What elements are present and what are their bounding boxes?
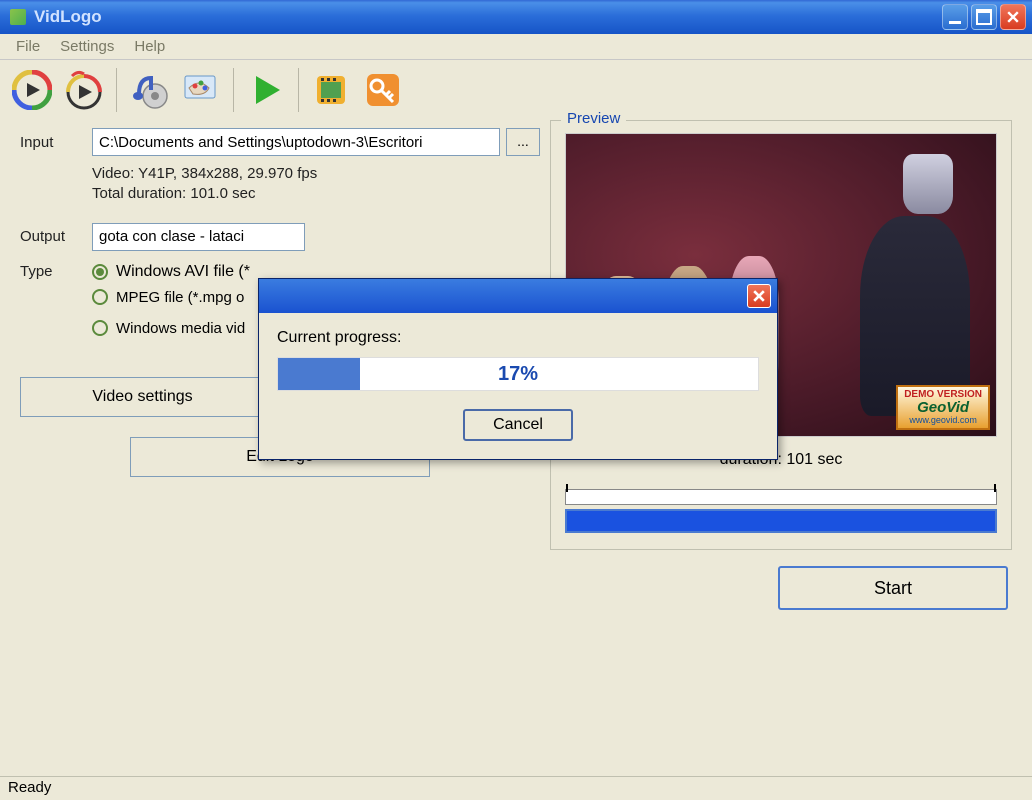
- key-icon[interactable]: [359, 66, 407, 114]
- filmstrip-icon[interactable]: [307, 66, 355, 114]
- duration-info-line: Total duration: 101.0 sec: [92, 184, 540, 204]
- preview-legend: Preview: [561, 110, 626, 127]
- radio-mpeg-label: MPEG file (*.mpg o: [116, 289, 244, 306]
- progress-dialog: Current progress: 17% Cancel: [258, 278, 778, 460]
- input-label: Input: [20, 134, 92, 151]
- dialog-body: Current progress: 17% Cancel: [259, 313, 777, 459]
- toolbar-separator: [116, 68, 117, 112]
- toolbar-separator: [233, 68, 234, 112]
- type-label: Type: [20, 263, 92, 280]
- titlebar: VidLogo: [0, 0, 1032, 34]
- output-label: Output: [20, 228, 92, 245]
- maximize-button[interactable]: [971, 4, 997, 30]
- radio-avi[interactable]: [92, 264, 108, 280]
- status-bar: Ready: [0, 776, 1032, 800]
- minimize-button[interactable]: [942, 4, 968, 30]
- progress-bar[interactable]: [565, 509, 997, 533]
- radio-mpeg[interactable]: [92, 289, 108, 305]
- window-buttons: [942, 4, 1026, 30]
- input-browse-button[interactable]: ...: [506, 128, 540, 156]
- toolbar-separator: [298, 68, 299, 112]
- media-player-icon[interactable]: [8, 66, 56, 114]
- menu-settings[interactable]: Settings: [50, 35, 124, 58]
- video-info-line: Video: Y41P, 384x288, 29.970 fps: [92, 164, 540, 184]
- start-row: Start: [0, 550, 1032, 610]
- timeline-track[interactable]: [565, 489, 997, 505]
- input-info: Video: Y41P, 384x288, 29.970 fps Total d…: [92, 164, 540, 205]
- dialog-close-button[interactable]: [747, 284, 771, 308]
- input-path-field[interactable]: [92, 128, 500, 156]
- start-button[interactable]: Start: [778, 566, 1008, 610]
- menu-help[interactable]: Help: [124, 35, 175, 58]
- play-icon[interactable]: [242, 66, 290, 114]
- dialog-label: Current progress:: [277, 329, 759, 347]
- video-settings-button[interactable]: Video settings: [20, 377, 265, 417]
- watermark-url: www.geovid.com: [904, 416, 982, 426]
- palette-icon[interactable]: [177, 66, 225, 114]
- radio-wmv-label: Windows media vid: [116, 320, 245, 337]
- dialog-titlebar: [259, 279, 777, 313]
- toolbar: [0, 60, 1032, 120]
- preview-watermark: DEMO VERSION GeoVid www.geovid.com: [896, 385, 990, 430]
- watermark-demo: DEMO VERSION: [904, 389, 982, 400]
- menu-file[interactable]: File: [6, 35, 50, 58]
- dialog-progress-bar: 17%: [277, 357, 759, 391]
- dialog-progress-text: 17%: [278, 358, 758, 390]
- app-icon: [10, 9, 26, 25]
- watermark-brand: GeoVid: [904, 400, 982, 417]
- dialog-cancel-button[interactable]: Cancel: [463, 409, 573, 441]
- radio-avi-label: Windows AVI file (*: [116, 263, 250, 281]
- radio-wmv[interactable]: [92, 320, 108, 336]
- close-button[interactable]: [1000, 4, 1026, 30]
- window-title: VidLogo: [34, 7, 942, 27]
- media-player-alt-icon[interactable]: [60, 66, 108, 114]
- menubar: File Settings Help: [0, 34, 1032, 60]
- music-audio-icon[interactable]: [125, 66, 173, 114]
- output-path-field[interactable]: [92, 223, 305, 251]
